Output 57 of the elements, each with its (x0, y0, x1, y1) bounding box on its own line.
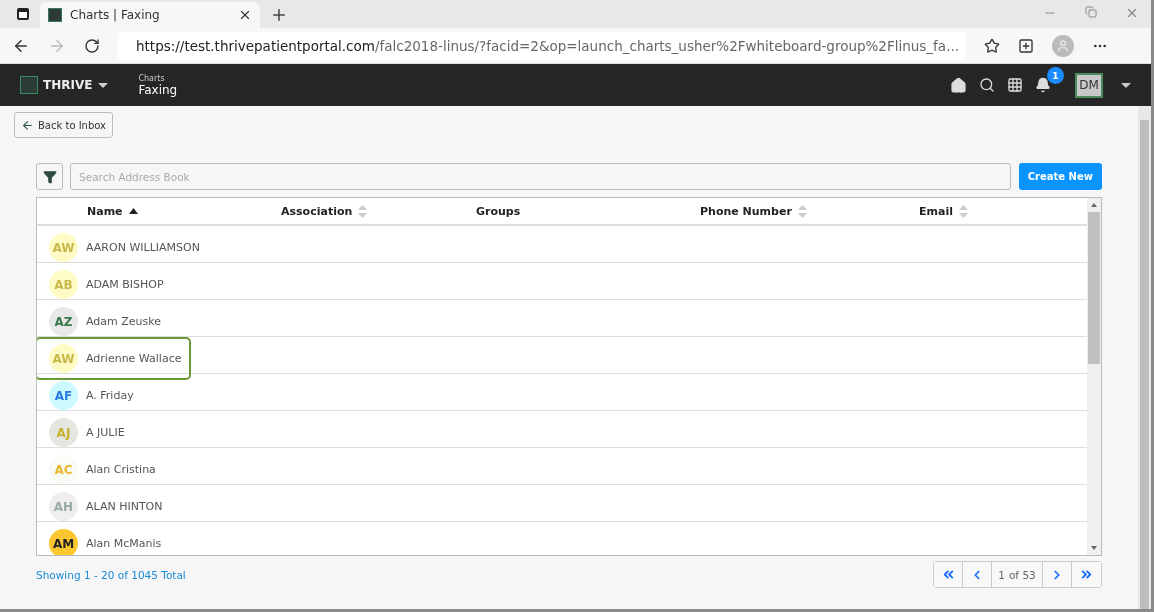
initials-avatar: AH (49, 492, 78, 521)
notification-badge: 1 (1047, 67, 1064, 84)
bell-icon[interactable] (1035, 77, 1051, 93)
favorites-icon[interactable] (984, 37, 1000, 54)
tab-title: Charts | Faxing (70, 8, 161, 22)
apps-grid-icon[interactable] (1007, 77, 1023, 93)
filter-icon (42, 169, 57, 184)
initials-avatar: AJ (49, 418, 78, 447)
page-scrollbar[interactable] (1138, 106, 1151, 609)
contact-name[interactable]: A JULIE (86, 426, 125, 439)
tab-actions-icon[interactable] (16, 7, 30, 21)
contact-name[interactable]: Alan Cristina (86, 463, 156, 476)
brand-menu[interactable]: THRIVE (43, 78, 93, 92)
user-avatar[interactable]: DM (1075, 72, 1103, 98)
back-to-inbox-button[interactable]: Back to Inbox (14, 112, 114, 138)
initials-avatar: AW (49, 344, 78, 373)
home-icon[interactable] (950, 76, 967, 94)
page-number-field[interactable]: 1 (998, 568, 1005, 581)
url-text: https://test.thrivepatientportal.com/falc2018-linus/?facid=2&op=launch_charts_usher%2Fwhiteboard-group%2Flinus_fa... (136, 37, 959, 54)
table-scrollbar[interactable] (1087, 198, 1101, 555)
address-bar[interactable]: https://test.thrivepatientportal.com/falc2018-linus/?facid=2&op=launch_charts_usher%2Fwhiteboard-group%2Flinus_fa... (118, 31, 966, 60)
initials-avatar: AM (49, 529, 78, 555)
contact-name[interactable]: ALAN HINTON (86, 500, 163, 513)
contact-name[interactable]: Alan McManis (86, 537, 162, 550)
initials-avatar: AZ (49, 307, 78, 336)
page-total: of 53 (1008, 568, 1036, 581)
site-favicon-icon (48, 8, 62, 22)
thrive-logo-icon (20, 76, 38, 94)
browser-tab[interactable]: Charts | Faxing (40, 2, 260, 28)
contact-name[interactable]: Adrienne Wallace (86, 352, 182, 365)
double-chevron-right-icon (1079, 567, 1094, 582)
search-field[interactable]: Search Address Book (70, 163, 1011, 190)
refresh-icon[interactable] (84, 37, 100, 54)
column-header[interactable]: Email (919, 204, 953, 218)
contact-name[interactable]: ADAM BISHOP (86, 278, 164, 291)
new-tab-icon[interactable] (270, 6, 288, 24)
collections-icon[interactable] (1018, 37, 1034, 54)
contact-name[interactable]: Adam Zeuske (86, 315, 162, 328)
column-header[interactable]: Name (87, 204, 123, 218)
column-header[interactable]: Phone Number (700, 204, 792, 218)
sort-ascending-icon[interactable] (128, 208, 138, 214)
contact-name[interactable]: A. Friday (86, 389, 134, 402)
initials-avatar: AW (49, 233, 78, 262)
initials-avatar: AC (49, 455, 78, 484)
contact-name[interactable]: AARON WILLIAMSON (86, 241, 200, 254)
initials-avatar: AB (49, 270, 78, 299)
filter-button[interactable] (36, 163, 63, 190)
page-title: Faxing (138, 82, 178, 97)
first-page-button[interactable] (934, 562, 963, 587)
close-icon[interactable] (238, 8, 252, 22)
search-icon[interactable] (979, 77, 995, 93)
back-arrow-icon (21, 118, 34, 132)
breadcrumb-section: Charts (138, 73, 178, 83)
results-summary: Showing 1 - 20 of 1045 Total (36, 568, 186, 581)
initials-avatar: AF (49, 381, 78, 410)
column-header[interactable]: Groups (476, 204, 521, 218)
column-header[interactable]: Association (281, 204, 353, 218)
